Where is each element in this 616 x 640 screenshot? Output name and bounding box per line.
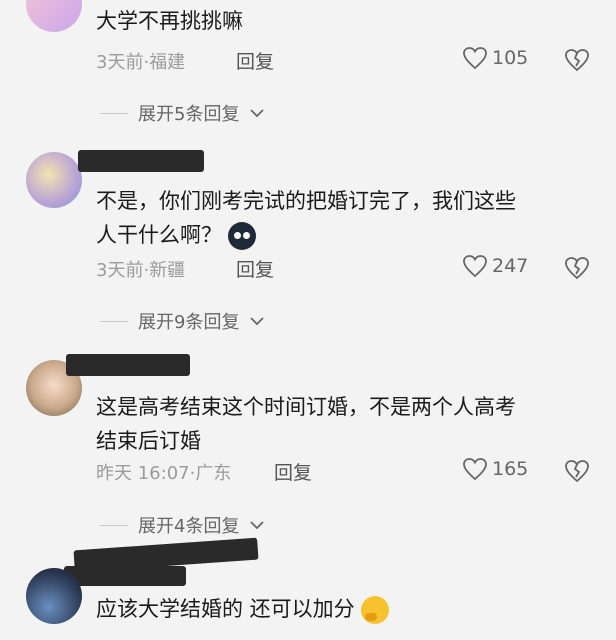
like-button[interactable]: 247 bbox=[462, 254, 528, 278]
chevron-down-icon bbox=[250, 521, 265, 530]
expand-replies-button[interactable]: 展开4条回复 bbox=[100, 512, 265, 538]
thinking-emoji-icon bbox=[360, 596, 389, 624]
redacted-username bbox=[64, 566, 186, 586]
comment-text: 不是，你们刚考完试的把婚订完了，我们这些 人干什么啊？ bbox=[96, 184, 516, 252]
comment-time: 3天前 bbox=[96, 52, 144, 73]
divider bbox=[100, 524, 128, 526]
comment-location: 新疆 bbox=[149, 260, 186, 281]
divider bbox=[100, 112, 128, 114]
heart-outline-icon bbox=[463, 255, 487, 278]
comment-location: 福建 bbox=[149, 52, 186, 73]
reply-button[interactable]: 回复 bbox=[274, 458, 312, 485]
comment-text: 大学不再挑挑嘛 bbox=[96, 9, 243, 33]
heart-outline-icon bbox=[463, 47, 487, 70]
like-button[interactable]: 165 bbox=[462, 457, 528, 481]
avatar[interactable] bbox=[26, 152, 82, 208]
comment-meta: 3天前·新疆 bbox=[96, 260, 186, 281]
redacted-username bbox=[78, 150, 204, 172]
comment-location: 广东 bbox=[195, 463, 232, 484]
chevron-down-icon bbox=[250, 317, 265, 326]
avatar[interactable] bbox=[26, 0, 82, 32]
comment-meta: 昨天 16:07·广东 bbox=[96, 463, 232, 484]
comment-time: 3天前 bbox=[96, 260, 144, 281]
like-count: 105 bbox=[492, 47, 529, 69]
avatar[interactable] bbox=[26, 568, 82, 624]
reply-button[interactable]: 回复 bbox=[236, 47, 274, 74]
comment-meta: 3天前·福建 bbox=[96, 52, 186, 73]
divider bbox=[100, 320, 128, 322]
expand-replies-button[interactable]: 展开9条回复 bbox=[100, 308, 265, 334]
heart-outline-icon bbox=[463, 458, 487, 481]
redacted-username bbox=[66, 354, 190, 376]
comment-time: 昨天 16:07 bbox=[96, 463, 190, 484]
comment-text: 应该大学结婚的 还可以加分 bbox=[96, 592, 389, 626]
like-count: 165 bbox=[492, 458, 529, 480]
chevron-down-icon bbox=[250, 109, 265, 118]
comment-text: 这是高考结束这个时间订婚，不是两个人高考 结束后订婚 bbox=[96, 395, 516, 453]
emoji-icon bbox=[228, 222, 256, 250]
broken-heart-icon[interactable] bbox=[564, 256, 590, 280]
like-count: 247 bbox=[492, 255, 529, 277]
reply-button[interactable]: 回复 bbox=[236, 255, 274, 282]
like-button[interactable]: 105 bbox=[462, 46, 528, 70]
broken-heart-icon[interactable] bbox=[564, 48, 590, 72]
expand-replies-button[interactable]: 展开5条回复 bbox=[100, 100, 265, 126]
broken-heart-icon[interactable] bbox=[564, 459, 590, 483]
